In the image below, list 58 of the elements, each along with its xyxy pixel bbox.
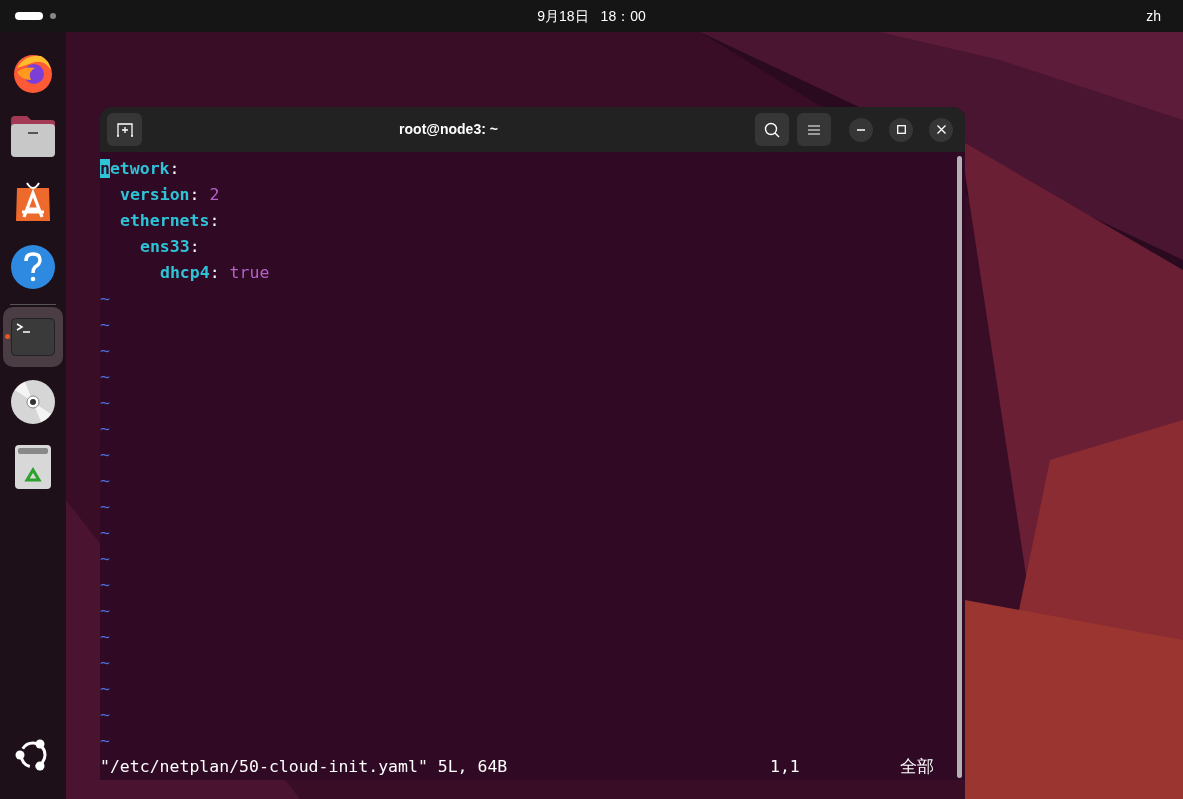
empty-line-marker: ~ [100, 652, 110, 674]
empty-line-marker: ~ [100, 366, 110, 388]
workspace-indicator-icon[interactable] [15, 12, 56, 20]
empty-line-marker: ~ [100, 392, 110, 414]
shopping-bag-icon [15, 181, 51, 223]
terminal-icon [11, 318, 55, 356]
empty-line-marker: ~ [100, 444, 110, 466]
yaml-value: 2 [209, 184, 220, 206]
status-message: "/etc/netplan/50-cloud-init.yaml" 5L, 64B [100, 756, 509, 778]
scrollbar-thumb[interactable] [956, 156, 962, 778]
empty-line-marker: ~ [100, 470, 110, 492]
empty-line-marker: ~ [100, 730, 110, 752]
yaml-key: ethernets [120, 208, 210, 234]
trash-icon [14, 444, 52, 490]
colon: : [189, 184, 200, 206]
window-title: root@node3: ~ [399, 120, 498, 139]
folder-icon [10, 116, 56, 158]
maximize-button[interactable] [889, 117, 913, 142]
empty-line-marker: ~ [100, 522, 110, 544]
empty-line-marker: ~ [100, 626, 110, 648]
disc-icon [11, 380, 55, 424]
colon: : [189, 236, 200, 258]
empty-line-marker: ~ [100, 314, 110, 336]
maximize-icon [896, 125, 906, 134]
input-method-indicator[interactable]: zh [1146, 5, 1161, 27]
empty-line-marker: ~ [100, 418, 110, 440]
clock-label[interactable]: 18：00 [600, 5, 646, 27]
yaml-key: version [120, 182, 190, 208]
search-button[interactable] [755, 113, 789, 146]
empty-line-marker: ~ [100, 288, 110, 310]
date-label[interactable]: 9月18日 [537, 5, 589, 27]
help-icon [11, 245, 55, 289]
close-button[interactable] [929, 117, 953, 142]
empty-line-marker: ~ [100, 600, 110, 622]
empty-line-marker: ~ [100, 496, 110, 518]
menu-button[interactable] [797, 113, 831, 146]
empty-line-marker: ~ [100, 574, 110, 596]
colon: : [169, 158, 180, 180]
new-tab-button[interactable] [107, 113, 142, 146]
menu-icon [808, 124, 820, 135]
yaml-key: network [100, 156, 170, 182]
minimize-button[interactable] [849, 117, 873, 142]
empty-line-marker: ~ [100, 548, 110, 570]
colon: : [209, 262, 220, 284]
empty-line-marker: ~ [100, 704, 110, 726]
minimize-icon [857, 128, 865, 131]
running-indicator-icon [5, 334, 10, 339]
close-icon [936, 125, 946, 134]
empty-line-marker: ~ [100, 678, 110, 700]
cursor-position: 1,1 [770, 756, 801, 778]
yaml-key: ens33 [140, 234, 190, 260]
scroll-position: 全部 [900, 756, 934, 778]
yaml-value: true [229, 262, 270, 284]
yaml-key: dhcp4 [160, 260, 210, 286]
new-tab-icon [116, 122, 133, 137]
empty-line-marker: ~ [100, 340, 110, 362]
colon: : [209, 210, 220, 232]
search-icon [764, 121, 780, 138]
